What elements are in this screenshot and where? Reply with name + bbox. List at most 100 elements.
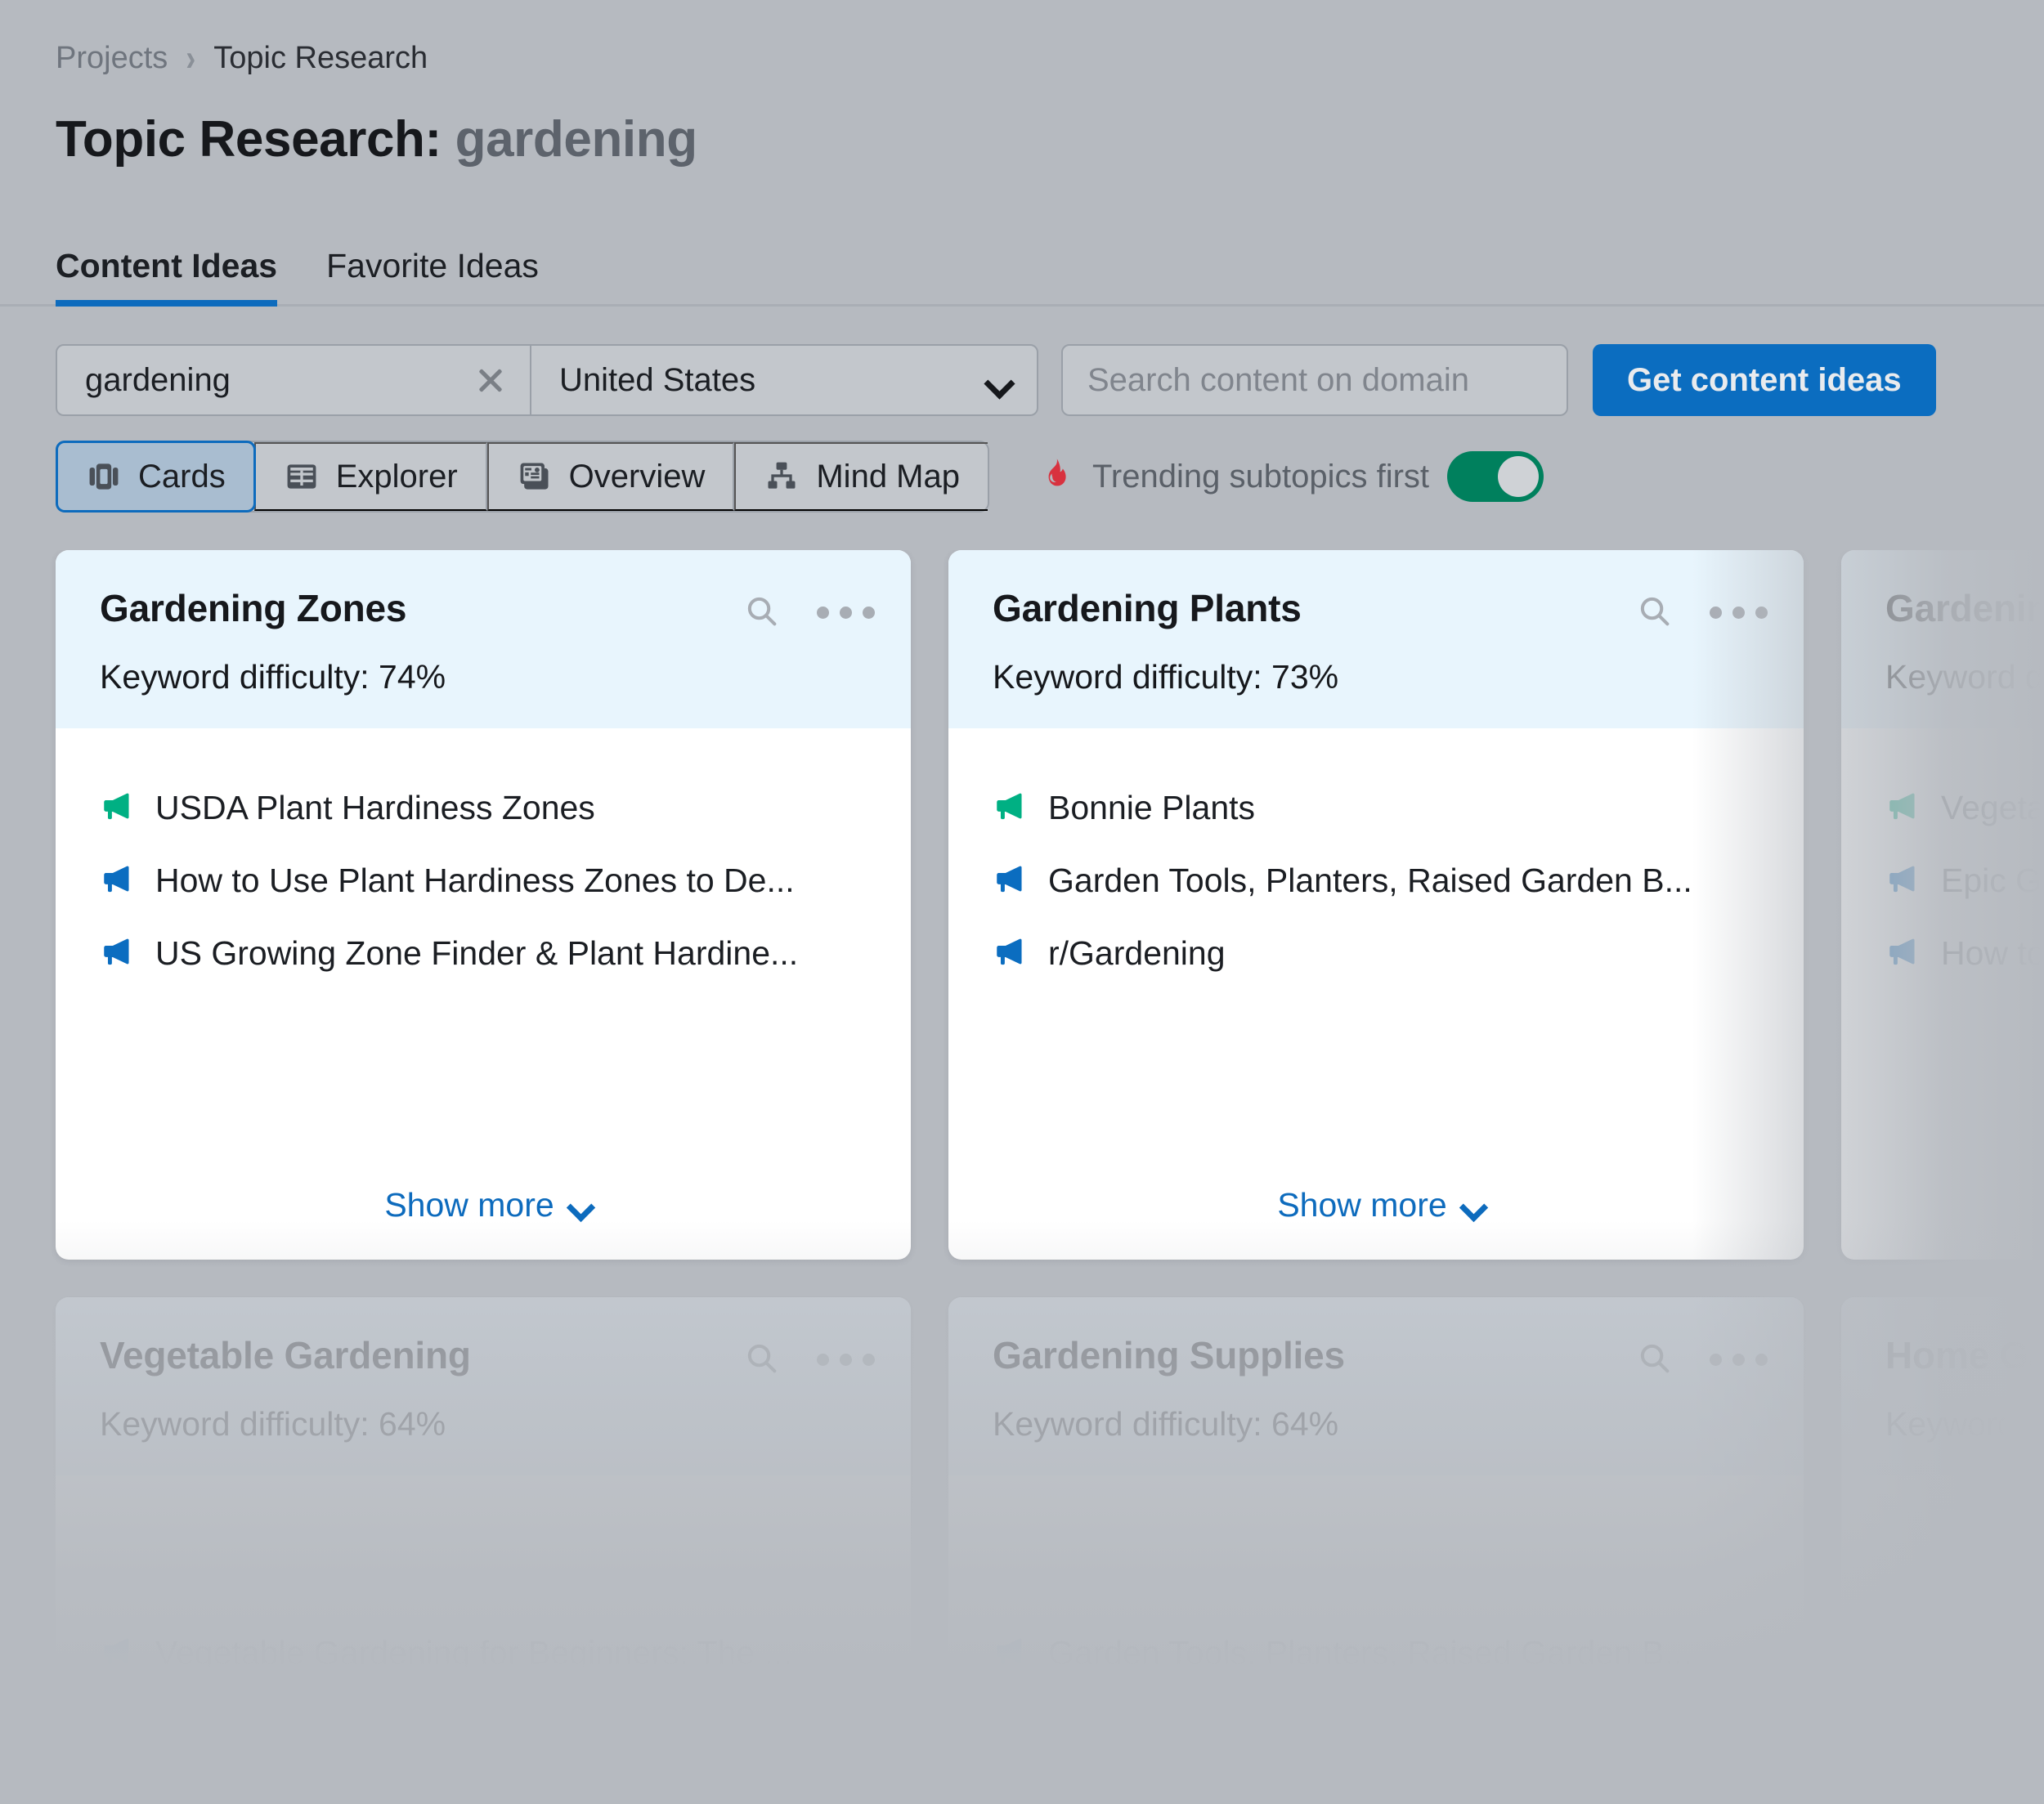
tab-content-ideas-label: Content Ideas <box>56 247 278 285</box>
more-options-icon[interactable] <box>1710 607 1768 620</box>
card-title: Vegetable Gardening <box>100 1334 471 1377</box>
chevron-down-icon <box>569 1199 590 1212</box>
show-more-label: Show more <box>1277 1186 1447 1224</box>
idea-text: Home Garden Ideas <box>1941 1635 2044 1672</box>
content-idea-card[interactable]: Gardening Plants Keyword difficulty: 73%… <box>948 550 1804 1260</box>
idea-item[interactable]: Vegetable Gardening for Beginners: The .… <box>100 1634 875 1672</box>
megaphone-icon <box>100 934 134 973</box>
breadcrumb-current[interactable]: Topic Research <box>213 43 428 74</box>
card-header: Gardening Tools Keyword difficulty: 70% <box>1841 550 2044 729</box>
show-more-button[interactable]: Show more <box>993 1188 1768 1260</box>
view-mode-cards[interactable]: Cards <box>56 441 256 513</box>
card-body: Home Garden Ideas <box>1841 1475 2044 1678</box>
card-body: Vegetable Gardening for Beginners Epic G… <box>1841 728 2044 1260</box>
idea-item[interactable]: US Growing Zone Finder & Plant Hardine..… <box>100 934 875 973</box>
view-mode-group: Cards Explorer Overview Mind Map <box>56 441 989 513</box>
more-options-icon[interactable] <box>817 607 875 620</box>
megaphone-icon <box>1885 789 1920 827</box>
idea-item[interactable]: How to Start a Garden <box>1885 934 2044 973</box>
trending-subtopics-switch[interactable] <box>1447 451 1544 503</box>
idea-item[interactable]: Vegetable Gardening for Beginners <box>1885 789 2044 827</box>
get-content-ideas-button[interactable]: Get content ideas <box>1593 344 1936 417</box>
megaphone-icon <box>993 1634 1027 1672</box>
card-title: Gardening Tools <box>1885 587 2044 630</box>
content-idea-card[interactable]: Gardening Zones Keyword difficulty: 74% … <box>56 550 911 1260</box>
megaphone-icon <box>1885 862 1920 900</box>
view-mode-cards-label: Cards <box>138 459 226 495</box>
idea-text: Epic Gardening <box>1941 862 2044 900</box>
more-options-icon[interactable] <box>1710 1354 1768 1367</box>
close-icon[interactable] <box>474 364 507 396</box>
idea-text: How to Use Plant Hardiness Zones to De..… <box>155 862 795 900</box>
card-body: Garden Tools, Planters, Raised Garden B.… <box>948 1475 1804 1678</box>
flame-icon <box>1035 455 1074 499</box>
card-actions <box>1636 1335 1768 1380</box>
search-icon[interactable] <box>1636 593 1674 633</box>
card-body: USDA Plant Hardiness Zones How to Use Pl… <box>56 728 911 1260</box>
country-select[interactable]: United States <box>531 346 1037 414</box>
idea-item[interactable]: Epic Gardening <box>1885 862 2044 900</box>
switch-knob <box>1498 456 1540 498</box>
megaphone-icon <box>100 789 134 827</box>
show-more-button[interactable]: Show more <box>100 1188 875 1260</box>
megaphone-icon <box>1885 934 1920 973</box>
content-ideas-grid-wrap: Gardening Zones Keyword difficulty: 74% … <box>0 550 2044 1679</box>
card-actions <box>743 1335 875 1380</box>
idea-item[interactable]: r/Gardening <box>993 934 1768 973</box>
card-keyword-difficulty: Keyword difficulty: 64% <box>993 1405 1339 1444</box>
keyword-input[interactable]: gardening <box>57 346 531 415</box>
view-mode-overview[interactable]: Overview <box>486 442 735 512</box>
megaphone-icon <box>1885 1634 1920 1672</box>
keyword-country-combo: gardening United States <box>56 344 1038 417</box>
breadcrumb: Projects › Topic Research <box>56 39 2044 77</box>
domain-search-input[interactable]: Search content on domain <box>1061 344 1568 417</box>
search-icon[interactable] <box>743 1340 781 1380</box>
idea-text: US Growing Zone Finder & Plant Hardine..… <box>155 935 799 973</box>
view-mode-overview-label: Overview <box>568 459 706 495</box>
keyword-input-value: gardening <box>85 362 231 399</box>
idea-item[interactable]: Bonnie Plants <box>993 789 1768 827</box>
card-body: Bonnie Plants Garden Tools, Planters, Ra… <box>948 728 1804 1260</box>
idea-item[interactable]: Home Garden Ideas <box>1885 1634 2044 1672</box>
page-title-label: Topic Research: <box>56 111 442 168</box>
content-idea-card[interactable]: Gardening Tools Keyword difficulty: 70% … <box>1841 550 2044 1260</box>
content-idea-card[interactable]: Home Gardening Keyword difficulty: 61% H… <box>1841 1297 2044 1679</box>
table-icon <box>284 459 320 495</box>
card-title: Gardening Zones <box>100 587 407 630</box>
card-body: Vegetable Gardening for Beginners: The .… <box>56 1475 911 1678</box>
card-header: Gardening Supplies Keyword difficulty: 6… <box>948 1297 1804 1476</box>
mindmap-icon <box>764 459 800 495</box>
content-idea-card[interactable]: Gardening Supplies Keyword difficulty: 6… <box>948 1297 1804 1679</box>
idea-text: USDA Plant Hardiness Zones <box>155 790 595 827</box>
trending-subtopics-toggle-row: Trending subtopics first <box>1035 451 1544 503</box>
breadcrumb-projects-link[interactable]: Projects <box>56 43 168 74</box>
card-header: Gardening Zones Keyword difficulty: 74% <box>56 550 911 729</box>
idea-text: Vegetable Gardening for Beginners <box>1941 790 2044 827</box>
show-more-button[interactable]: Show more <box>1885 1188 2044 1260</box>
tab-favorite-ideas[interactable]: Favorite Ideas <box>303 249 565 304</box>
idea-text: r/Gardening <box>1048 935 1226 973</box>
idea-item[interactable]: USDA Plant Hardiness Zones <box>100 789 875 827</box>
idea-item[interactable]: Garden Tools, Planters, Raised Garden B.… <box>993 1634 1768 1672</box>
more-options-icon[interactable] <box>817 1354 875 1367</box>
cards-icon <box>86 459 122 495</box>
page-header: Projects › Topic Research Topic Research… <box>0 0 2044 166</box>
idea-text: How to Start a Garden <box>1941 935 2044 973</box>
idea-text: Garden Tools, Planters, Raised Garden B.… <box>1048 1635 1692 1672</box>
tab-content-ideas[interactable]: Content Ideas <box>56 247 303 307</box>
megaphone-icon <box>993 934 1027 973</box>
idea-text: Garden Tools, Planters, Raised Garden B.… <box>1048 862 1692 900</box>
search-icon[interactable] <box>1636 1340 1674 1380</box>
tab-favorite-ideas-label: Favorite Ideas <box>326 247 539 285</box>
view-mode-explorer[interactable]: Explorer <box>253 442 487 512</box>
idea-item[interactable]: Garden Tools, Planters, Raised Garden B.… <box>993 862 1768 900</box>
view-mode-mind-map[interactable]: Mind Map <box>734 442 988 512</box>
idea-item[interactable]: How to Use Plant Hardiness Zones to De..… <box>100 862 875 900</box>
card-actions <box>743 588 875 633</box>
domain-search-placeholder: Search content on domain <box>1087 362 1469 399</box>
card-header: Home Gardening Keyword difficulty: 61% <box>1841 1297 2044 1476</box>
content-idea-card[interactable]: Vegetable Gardening Keyword difficulty: … <box>56 1297 911 1679</box>
search-icon[interactable] <box>743 593 781 633</box>
card-keyword-difficulty: Keyword difficulty: 64% <box>100 1405 446 1444</box>
tab-bar: Content Ideas Favorite Ideas <box>0 225 2044 307</box>
